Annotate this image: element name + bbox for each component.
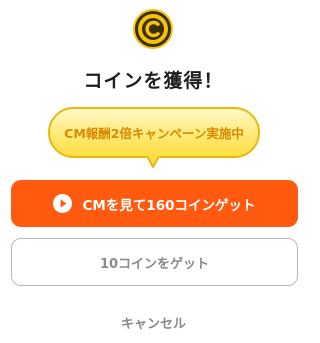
get-coins-button[interactable]: 10コインをゲット — [11, 238, 298, 286]
get-coins-button-label: 10コインをゲット — [99, 256, 210, 272]
campaign-text: CM報酬2倍キャンペーン実施中 — [64, 126, 244, 141]
bubble-tail — [146, 155, 160, 168]
play-icon — [53, 194, 73, 213]
dialog-title: コインを獲得！ — [83, 70, 224, 92]
watch-cm-button-label: CMを見て160コインゲット — [82, 197, 256, 214]
coin-icon — [133, 9, 173, 49]
coin-reward-dialog: コインを獲得！ CM報酬2倍キャンペーン実施中 CMを見て160コインゲット 1… — [0, 0, 307, 343]
campaign-bubble: CM報酬2倍キャンペーン実施中 — [48, 107, 260, 158]
cancel-button[interactable]: キャンセル — [0, 313, 307, 332]
watch-cm-button[interactable]: CMを見て160コインゲット — [11, 180, 298, 227]
